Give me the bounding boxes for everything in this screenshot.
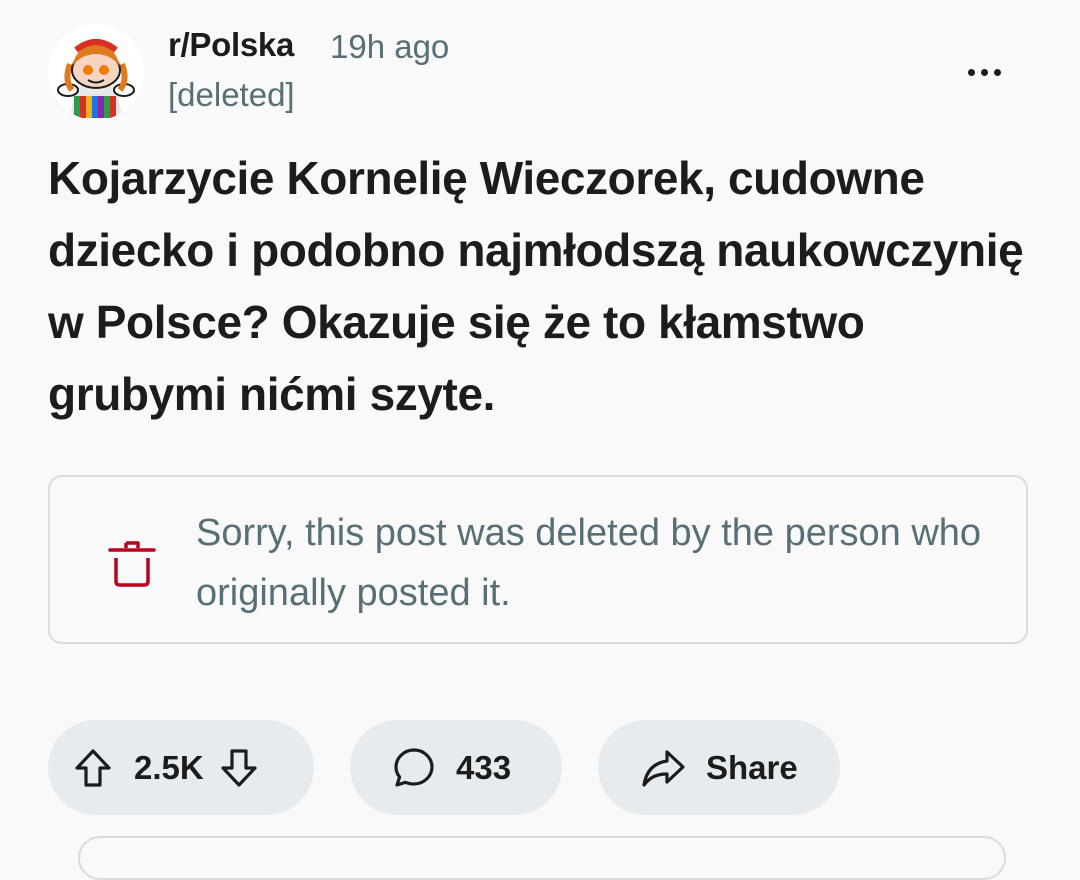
more-horizontal-icon: [967, 68, 975, 76]
subreddit-avatar[interactable]: [48, 24, 144, 120]
vote-count: 2.5K: [134, 748, 204, 786]
post-card: r/Polska 19h ago [deleted] Kojarzycie Ko…: [0, 0, 1080, 880]
snoo-folk-costume-icon: [48, 24, 144, 120]
arrow-up-icon[interactable]: [72, 747, 114, 789]
share-button[interactable]: Share: [598, 720, 840, 815]
deleted-notice-box: Sorry, this post was deleted by the pers…: [48, 475, 1028, 644]
next-card-edge: [78, 836, 1006, 880]
share-label: Share: [706, 748, 798, 786]
deleted-notice-text: Sorry, this post was deleted by the pers…: [196, 512, 982, 614]
vote-bar: 2.5K: [48, 720, 314, 815]
overflow-menu-button[interactable]: [956, 52, 1012, 92]
comments-button[interactable]: 433: [350, 720, 562, 815]
comment-count: 433: [456, 748, 512, 786]
post-title[interactable]: Kojarzycie Kornelię Wieczorek, cudowne d…: [48, 142, 1048, 430]
subreddit-name[interactable]: r/Polska: [168, 26, 294, 64]
speech-bubble-icon: [394, 747, 434, 787]
arrow-down-icon[interactable]: [218, 747, 260, 789]
share-arrow-icon: [642, 749, 685, 787]
trash-icon: [108, 541, 156, 587]
post-author[interactable]: [deleted]: [168, 76, 295, 114]
post-timestamp: 19h ago: [330, 28, 450, 65]
